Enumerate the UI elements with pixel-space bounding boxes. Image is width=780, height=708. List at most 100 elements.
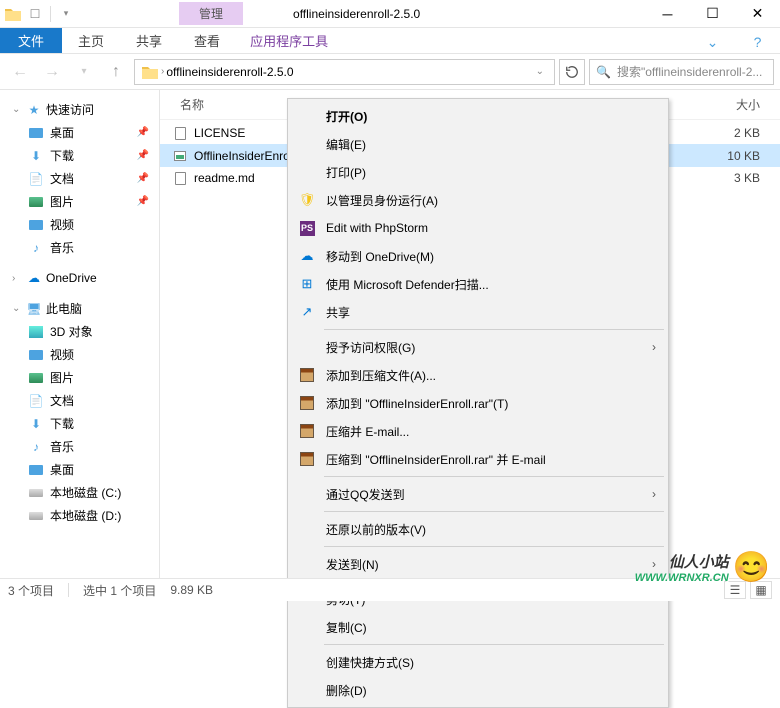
chevron-down-icon[interactable]: ⌄ [12, 303, 22, 314]
sidebar-3d-objects[interactable]: 3D 对象 [0, 320, 159, 343]
menu-label: Edit with PhpStorm [326, 221, 428, 235]
menu-item[interactable]: 编辑(E) [290, 130, 666, 158]
menu-item[interactable]: 授予访问权限(G) › [290, 333, 666, 361]
refresh-button[interactable] [559, 59, 585, 85]
title-bar: ☐ ▾ 管理 offlineinsiderenroll-2.5.0 ─ ☐ ✕ [0, 0, 780, 28]
expand-ribbon-icon[interactable]: ⌄ [690, 28, 735, 56]
video-icon [28, 217, 44, 233]
sidebar-documents-pc[interactable]: 📄 文档 [0, 389, 159, 412]
minimize-button[interactable]: ─ [645, 0, 690, 28]
sidebar-local-d[interactable]: 本地磁盘 (D:) [0, 504, 159, 527]
menu-item[interactable]: 压缩并 E-mail... [290, 417, 666, 445]
menu-label: 移动到 OneDrive(M) [326, 248, 434, 265]
chevron-down-icon[interactable]: ⌄ [12, 104, 22, 115]
ribbon-help: ⌄ ? [690, 28, 780, 53]
menu-item[interactable]: 添加到压缩文件(A)... [290, 361, 666, 389]
search-box[interactable]: 🔍 搜索"offlineinsiderenroll-2... [589, 59, 774, 85]
path-dropdown-icon[interactable]: ⌄ [532, 66, 548, 77]
sidebar-documents[interactable]: 📄文档📌 [0, 167, 159, 190]
menu-item[interactable]: 创建快捷方式(S) [290, 648, 666, 676]
file-icon [172, 125, 188, 141]
share-tab[interactable]: 共享 [120, 28, 178, 53]
menu-item[interactable]: ⊞ 使用 Microsoft Defender扫描... [290, 270, 666, 298]
sidebar-desktop-pc[interactable]: 桌面 [0, 458, 159, 481]
sidebar-pictures-pc[interactable]: 图片 [0, 366, 159, 389]
menu-item[interactable]: 添加到 "OfflineInsiderEnroll.rar"(T) [290, 389, 666, 417]
3d-icon [28, 324, 44, 340]
file-icon [172, 170, 188, 186]
menu-item[interactable]: ☁ 移动到 OneDrive(M) [290, 242, 666, 270]
sidebar-onedrive[interactable]: › ☁ OneDrive [0, 267, 159, 289]
sidebar-desktop[interactable]: 桌面📌 [0, 121, 159, 144]
chevron-right-Span000[interactable]: › [12, 273, 22, 284]
sidebar-item-label: 图片 [50, 193, 74, 210]
disk-icon [28, 485, 44, 501]
menu-item[interactable]: 🛡 以管理员身份运行(A) [290, 186, 666, 214]
forward-button[interactable]: → [38, 58, 66, 86]
menu-item[interactable]: 复制(C) [290, 613, 666, 641]
menu-icon [298, 394, 316, 412]
column-size-header[interactable]: 大小 [690, 96, 760, 113]
app-tools-tab[interactable]: 应用程序工具 [236, 28, 342, 53]
manage-contextual-tab[interactable]: 管理 [179, 2, 243, 25]
sidebar-music[interactable]: ♪音乐 [0, 236, 159, 259]
properties-icon[interactable]: ☐ [26, 5, 44, 23]
window-controls: ─ ☐ ✕ [645, 0, 780, 28]
menu-icon: ⊞ [298, 275, 316, 293]
sidebar-item-label: 快速访问 [46, 101, 94, 118]
recent-dropdown[interactable]: ▾ [70, 58, 98, 86]
download-icon: ⬇ [28, 148, 44, 164]
picture-icon [28, 370, 44, 386]
path-segment[interactable]: offlineinsiderenroll-2.5.0 [166, 65, 293, 79]
home-tab[interactable]: 主页 [62, 28, 120, 53]
menu-item[interactable]: ↗ 共享 [290, 298, 666, 326]
sidebar-quick-access[interactable]: ⌄ ★ 快速访问 [0, 98, 159, 121]
up-button[interactable]: ↑ [102, 58, 130, 86]
navigation-pane[interactable]: ⌄ ★ 快速访问 桌面📌 ⬇下载📌 📄文档📌 图片📌 视频 ♪音乐 › ☁ On… [0, 90, 160, 578]
quick-access-toolbar: ☐ ▾ [0, 5, 79, 23]
document-icon: 📄 [28, 393, 44, 409]
menu-label: 通过QQ发送到 [326, 486, 405, 503]
menu-separator [324, 546, 664, 547]
menu-item[interactable]: 压缩到 "OfflineInsiderEnroll.rar" 并 E-mail [290, 445, 666, 473]
menu-item[interactable]: 发送到(N) › [290, 550, 666, 578]
view-tab[interactable]: 查看 [178, 28, 236, 53]
path-box[interactable]: › offlineinsiderenroll-2.5.0 ⌄ [134, 59, 555, 85]
menu-item[interactable]: 删除(D) [290, 676, 666, 704]
folder-icon [141, 63, 159, 81]
sidebar-pictures[interactable]: 图片📌 [0, 190, 159, 213]
menu-icon: PS [298, 219, 316, 237]
sidebar-downloads[interactable]: ⬇下载📌 [0, 144, 159, 167]
video-icon [28, 347, 44, 363]
sidebar-videos[interactable]: 视频 [0, 213, 159, 236]
sidebar-videos-pc[interactable]: 视频 [0, 343, 159, 366]
sidebar-this-pc[interactable]: ⌄ 🖥 此电脑 [0, 297, 159, 320]
menu-item[interactable]: 还原以前的版本(V) [290, 515, 666, 543]
pc-icon: 🖥 [26, 301, 42, 317]
maximize-button[interactable]: ☐ [690, 0, 735, 28]
menu-label: 以管理员身份运行(A) [326, 192, 438, 209]
menu-icon [298, 485, 316, 503]
submenu-arrow-icon: › [652, 340, 656, 354]
sidebar-music-pc[interactable]: ♪音乐 [0, 435, 159, 458]
menu-item[interactable]: 打开(O) [290, 102, 666, 130]
close-button[interactable]: ✕ [735, 0, 780, 28]
menu-icon [298, 135, 316, 153]
menu-item[interactable]: 通过QQ发送到 › [290, 480, 666, 508]
menu-item[interactable]: PS Edit with PhpStorm [290, 214, 666, 242]
sidebar-item-label: 音乐 [50, 438, 74, 455]
help-icon[interactable]: ? [735, 28, 780, 56]
sidebar-downloads-pc[interactable]: ⬇下载 [0, 412, 159, 435]
sidebar-item-label: 文档 [50, 392, 74, 409]
dropdown-icon[interactable]: ▾ [57, 5, 75, 23]
sidebar-local-c[interactable]: 本地磁盘 (C:) [0, 481, 159, 504]
sidebar-item-label: 视频 [50, 346, 74, 363]
menu-label: 删除(D) [326, 682, 367, 699]
folder-icon [4, 5, 22, 23]
sidebar-item-label: 此电脑 [46, 300, 82, 317]
back-button[interactable]: ← [6, 58, 34, 86]
chevron-right-icon[interactable]: › [161, 66, 164, 77]
menu-item[interactable]: 打印(P) [290, 158, 666, 186]
menu-separator [324, 644, 664, 645]
file-tab[interactable]: 文件 [0, 28, 62, 53]
